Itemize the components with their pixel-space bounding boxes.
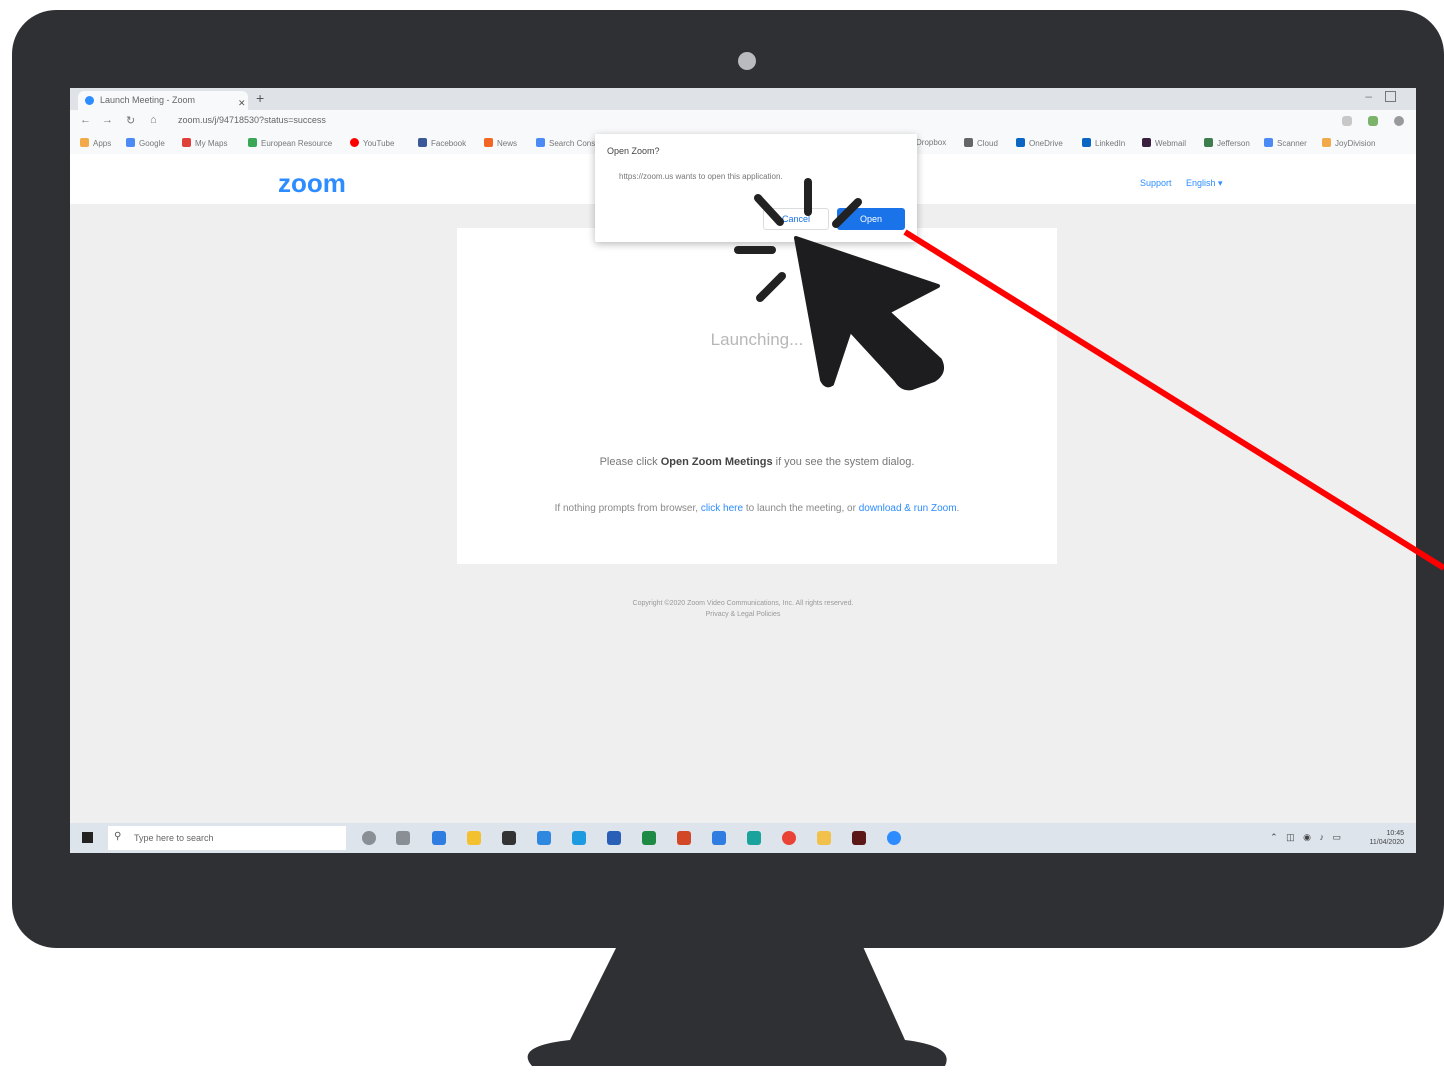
app-icon[interactable] [852,831,866,845]
cortana-icon[interactable] [362,831,376,845]
bookmark-item[interactable]: Cloud [964,138,998,148]
copyright-text: Copyright ©2020 Zoom Video Communication… [70,598,1416,620]
extension-icon[interactable] [1368,116,1378,126]
bookmark-item[interactable]: Jefferson [1204,138,1250,148]
browser-tab-strip: Launch Meeting - Zoom ✕ + – [70,88,1416,110]
bookmark-item[interactable]: News [484,138,517,148]
home-icon[interactable]: ⌂ [150,114,157,126]
bookmark-item[interactable]: Dropbox [916,138,946,147]
zoom-taskbar-icon[interactable] [887,831,901,845]
minimize-icon[interactable]: – [1365,89,1372,103]
word-icon[interactable] [607,831,621,845]
app-icon[interactable] [747,831,761,845]
mail-icon[interactable] [537,831,551,845]
url-field[interactable]: zoom.us/j/94718530?status=success [178,115,326,125]
zoom-favicon-icon [85,96,94,105]
launch-card: Launching... Please click Open Zoom Meet… [457,228,1057,564]
profile-icon[interactable] [1394,116,1404,126]
cancel-button[interactable]: Cancel [763,208,829,230]
click-here-link[interactable]: click here [701,503,743,514]
app-icon[interactable] [572,831,586,845]
chrome-icon[interactable] [782,831,796,845]
privacy-link[interactable]: Privacy & Legal Policies [70,609,1416,620]
powerpoint-icon[interactable] [677,831,691,845]
bookmark-item[interactable]: Facebook [418,138,466,148]
maximize-icon[interactable] [1385,91,1396,102]
reload-icon[interactable]: ↻ [126,114,135,127]
bookmark-item[interactable]: Webmail [1142,138,1186,148]
bookmark-item[interactable]: Scanner [1264,138,1307,148]
back-icon[interactable]: ← [80,114,91,126]
task-view-icon[interactable] [396,831,410,845]
launching-text: Launching... [710,330,804,349]
zoom-logo[interactable]: zoom [278,168,346,199]
extension-icon[interactable] [1342,116,1352,126]
bookmark-item[interactable]: European Resource [248,138,332,148]
new-tab-icon[interactable]: + [256,90,264,106]
instruction-text: Please click Open Zoom Meetings if you s… [599,456,915,468]
tab-title: Launch Meeting - Zoom [100,95,196,105]
bookmark-item[interactable]: OneDrive [1016,138,1063,148]
language-dropdown[interactable]: English ▾ [1186,178,1223,189]
windows-start-icon[interactable] [82,832,93,843]
support-link[interactable]: Support [1140,178,1172,188]
fallback-links: If nothing prompts from browser, click h… [554,503,960,514]
dialog-title: Open Zoom? [607,146,660,156]
outlook-icon[interactable] [712,831,726,845]
bookmark-item[interactable]: YouTube [350,138,394,148]
close-icon[interactable]: ✕ [238,94,246,110]
open-zoom-meetings-label: Open Zoom Meetings [660,456,773,468]
forward-icon[interactable]: → [102,114,113,126]
browser-tab[interactable]: Launch Meeting - Zoom ✕ [78,91,248,110]
excel-icon[interactable] [642,831,656,845]
open-button[interactable]: Open [837,208,905,230]
file-explorer-icon[interactable] [467,831,481,845]
bookmark-item[interactable]: LinkedIn [1082,138,1125,148]
address-bar: ← → ↻ ⌂ zoom.us/j/94718530?status=succes… [70,110,1416,134]
taskbar-search[interactable]: ⚲ Type here to search [108,826,346,850]
camera-icon [738,52,756,70]
bookmark-item[interactable]: Apps [80,138,111,148]
store-icon[interactable] [502,831,516,845]
windows-taskbar: ⚲ Type here to search ⌃ ◫ ◉ ♪ ▭ 10:45 11… [70,823,1416,853]
app-icon[interactable] [817,831,831,845]
search-input[interactable]: Type here to search [134,833,214,843]
search-icon: ⚲ [114,831,122,842]
dialog-message: https://zoom.us wants to open this appli… [619,172,783,181]
download-zoom-link[interactable]: download & run Zoom [859,503,957,514]
screen: Launch Meeting - Zoom ✕ + – ← → ↻ ⌂ zoom… [70,88,1416,853]
open-zoom-dialog: Open Zoom? https://zoom.us wants to open… [595,134,917,242]
bookmark-item[interactable]: Google [126,138,165,148]
edge-icon[interactable] [432,831,446,845]
system-tray-icons[interactable]: ⌃ ◫ ◉ ♪ ▭ [1270,832,1344,843]
taskbar-clock[interactable]: 10:45 11/04/2020 [1369,829,1404,847]
bookmark-item[interactable]: My Maps [182,138,227,148]
bookmark-item[interactable]: JoyDivision [1322,138,1375,148]
